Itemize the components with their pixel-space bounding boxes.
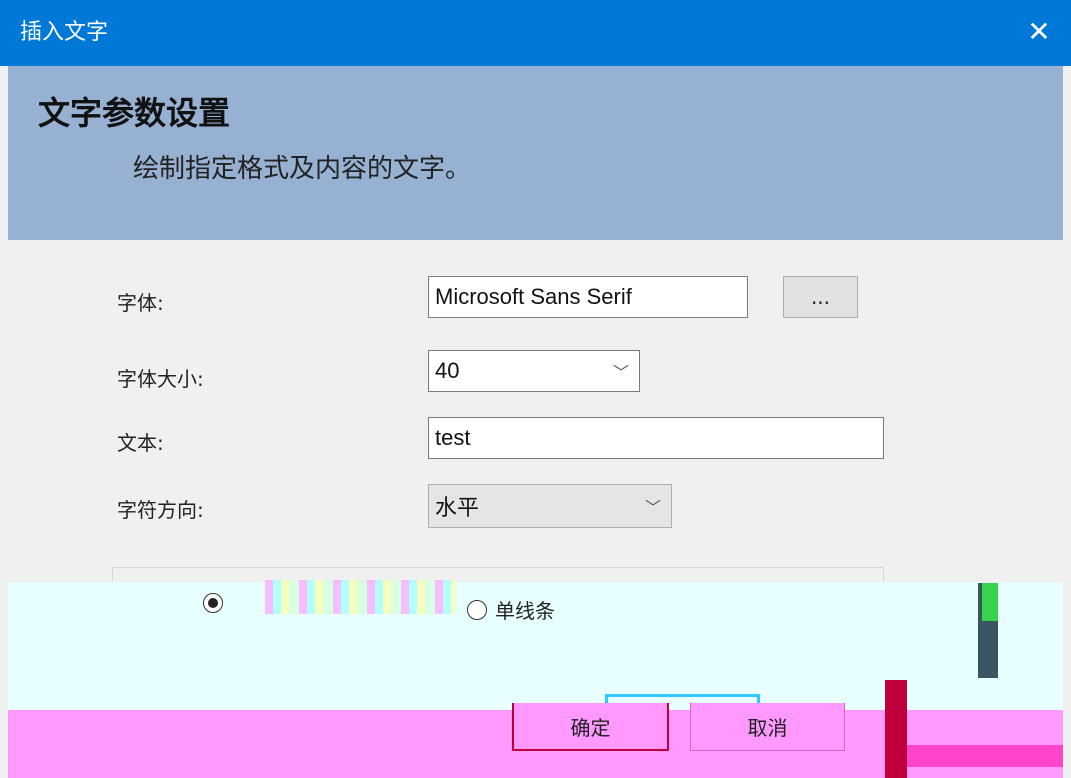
ok-button[interactable]: 确定 [512,703,669,751]
radio-single-line-label: 单线条 [495,599,555,623]
dialog-header: 文字参数设置 绘制指定格式及内容的文字。 [8,66,1063,240]
render-artifact [265,580,455,614]
font-field[interactable]: Microsoft Sans Serif [428,276,748,318]
size-label: 字体大小: [117,367,204,391]
chevron-down-icon: ﹀ [644,500,661,517]
render-artifact [885,680,907,778]
window-title: 插入文字 [20,20,109,45]
ok-button-label: 确定 [570,715,611,740]
text-value: test [435,425,471,450]
cancel-button[interactable]: 取消 [690,703,845,751]
direction-label: 字符方向: [117,498,204,522]
font-browse-button[interactable]: ... [783,276,858,318]
dialog-heading: 文字参数设置 [38,94,231,132]
render-artifact [982,583,998,621]
size-select[interactable]: 40 ﹀ [428,350,640,392]
font-value: Microsoft Sans Serif [435,284,632,309]
close-icon[interactable]: ✕ [1019,12,1059,52]
chevron-down-icon: ﹀ [612,365,629,382]
direction-select[interactable]: 水平 ﹀ [428,484,672,528]
font-label: 字体: [117,291,164,315]
size-value: 40 [435,358,460,383]
radio-option-1[interactable] [203,593,231,613]
title-bar: 插入文字 ✕ [0,0,1071,66]
radio-checked-icon [203,593,223,613]
direction-value: 水平 [435,495,480,520]
radio-single-line[interactable]: 单线条 [467,595,555,624]
text-input[interactable]: test [428,417,884,459]
radio-unchecked-icon [467,599,487,620]
text-label: 文本: [117,431,164,455]
cancel-button-label: 取消 [747,716,788,740]
render-artifact [907,745,1063,767]
dialog-description: 绘制指定格式及内容的文字。 [133,154,472,184]
